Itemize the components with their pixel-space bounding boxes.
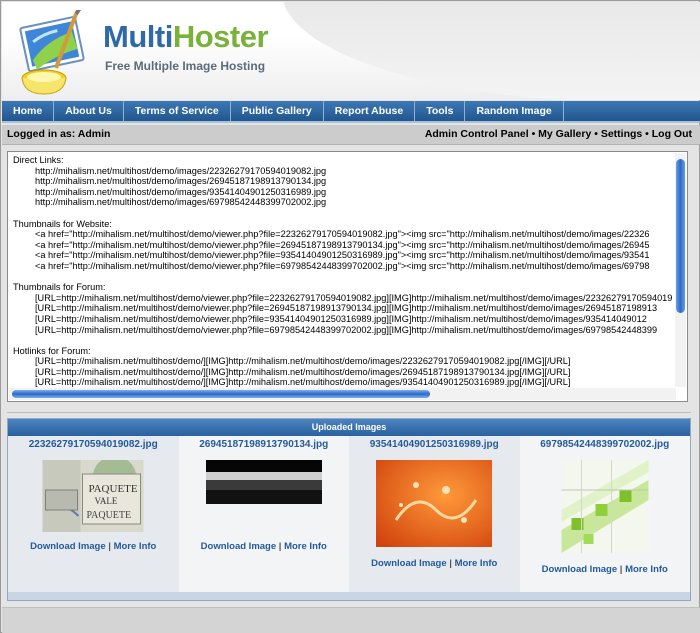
code-line: http://mihalism.net/multihost/demo/image…: [35, 165, 327, 176]
uploaded-image-card: 69798542448399702002.jpg Download Image …: [519, 436, 691, 594]
more-info-link[interactable]: More Info: [625, 564, 668, 575]
code-section-heading: Thumbnails for Website:: [13, 218, 112, 229]
my-gallery-link[interactable]: My Gallery: [538, 128, 591, 140]
action-separator: |: [619, 564, 623, 575]
logo-icon: [19, 10, 85, 95]
vertical-scroll-thumb[interactable]: [676, 159, 685, 313]
download-image-link[interactable]: Download Image: [542, 564, 617, 575]
image-actions: Download Image | More Info: [179, 541, 350, 552]
more-info-link[interactable]: More Info: [455, 558, 498, 569]
horizontal-scroll-thumb[interactable]: [12, 390, 430, 398]
svg-text:VALE: VALE: [95, 496, 118, 506]
code-line: [URL=http://mihalism.net/multihost/demo/…: [35, 377, 571, 388]
download-image-link[interactable]: Download Image: [30, 541, 105, 552]
nav-terms-of-service[interactable]: Terms of Service: [124, 101, 231, 121]
image-actions: Download Image | More Info: [8, 541, 179, 552]
svg-text:PAQUETE: PAQUETE: [89, 483, 138, 495]
code-line: [URL=http://mihalism.net/multihost/demo/…: [35, 324, 658, 335]
code-line: [URL=http://mihalism.net/multihost/demo/…: [35, 303, 658, 314]
image-actions: Download Image | More Info: [349, 558, 520, 569]
code-line: <a href="http://mihalism.net/multihost/d…: [35, 229, 650, 240]
link-separator: •: [591, 128, 601, 140]
nav-about-us[interactable]: About Us: [54, 101, 124, 121]
brand-multi: Multi: [103, 19, 173, 54]
code-line: [URL=http://mihalism.net/multihost/demo/…: [35, 356, 571, 367]
nav-home[interactable]: Home: [2, 101, 55, 121]
download-image-link[interactable]: Download Image: [371, 558, 446, 569]
code-line: <a href="http://mihalism.net/multihost/d…: [35, 250, 650, 261]
code-line: [URL=http://mihalism.net/multihost/demo/…: [35, 292, 673, 303]
image-filename-link[interactable]: 93541404901250316989.jpg: [349, 439, 520, 450]
horizontal-scrollbar[interactable]: [9, 388, 676, 400]
image-filename-link[interactable]: 69798542448399702002.jpg: [520, 439, 691, 450]
action-separator: |: [449, 558, 452, 569]
uploaded-image-card: 93541404901250316989.jpg Download Image …: [349, 436, 520, 594]
image-filename-link[interactable]: 26945187198913790134.jpg: [179, 439, 350, 450]
uploaded-image-card: 22326279170594019082.jpg PAQUETE VALE PA…: [8, 436, 179, 594]
page: MultiHoster Free Multiple Image Hosting …: [0, 0, 700, 633]
nav-public-gallery[interactable]: Public Gallery: [231, 101, 324, 121]
link-codes-content: Direct Links: http://mihalism.net/multiho…: [13, 155, 677, 388]
image-thumbnail-stamps[interactable]: PAQUETE VALE PAQUETE: [42, 460, 144, 532]
code-section: Thumbnails for Forum: [URL=http://mihalis…: [13, 282, 677, 335]
action-separator: |: [278, 541, 282, 552]
more-info-link[interactable]: More Info: [284, 541, 327, 552]
vertical-scrollbar[interactable]: [675, 153, 686, 387]
user-links: Admin Control Panel • My Gallery • Setti…: [425, 125, 692, 144]
image-actions: Download Image | More Info: [520, 564, 691, 575]
site-header: MultiHoster Free Multiple Image Hosting: [2, 2, 700, 100]
uploaded-images-grid: 22326279170594019082.jpg PAQUETE VALE PA…: [8, 436, 690, 594]
nav-random-image[interactable]: Random Image: [465, 101, 564, 121]
code-line: http://mihalism.net/multihost/demo/image…: [35, 197, 327, 208]
code-line: [URL=http://mihalism.net/multihost/demo/…: [35, 366, 571, 377]
main-nav: Home About Us Terms of Service Public Ga…: [2, 101, 700, 123]
code-line: [URL=http://mihalism.net/multihost/demo/…: [35, 313, 647, 324]
footer-bar: [2, 607, 700, 633]
uploaded-images-title: Uploaded Images: [8, 419, 690, 436]
settings-link[interactable]: Settings: [601, 128, 642, 140]
nav-tools[interactable]: Tools: [415, 101, 466, 121]
code-line: http://mihalism.net/multihost/demo/image…: [35, 186, 327, 197]
image-thumbnail-orange-splash[interactable]: [376, 460, 493, 547]
divider: [7, 412, 691, 413]
action-separator: |: [108, 541, 111, 552]
code-section-heading: Hotlinks for Forum:: [13, 345, 91, 356]
code-line: <a href="http://mihalism.net/multihost/d…: [35, 260, 650, 271]
code-line: <a href="http://mihalism.net/multihost/d…: [35, 239, 650, 250]
code-section-heading: Thumbnails for Forum:: [13, 282, 106, 293]
user-bar: Logged in as: Admin Admin Control Panel …: [2, 125, 700, 145]
code-section: Hotlinks for Forum: [URL=http://mihalism.…: [13, 346, 677, 388]
uploaded-panel-footer: [8, 592, 690, 600]
code-section-heading: Direct Links:: [13, 155, 64, 165]
header-swoosh: [282, 2, 700, 100]
site-brand[interactable]: MultiHoster: [103, 19, 269, 54]
uploaded-image-card: 26945187198913790134.jpg Download Image …: [178, 436, 350, 594]
code-section: Direct Links: http://mihalism.net/multiho…: [13, 155, 677, 208]
site-tagline: Free Multiple Image Hosting: [105, 59, 266, 73]
image-filename-link[interactable]: 22326279170594019082.jpg: [8, 439, 179, 450]
link-codes-textarea[interactable]: Direct Links: http://mihalism.net/multiho…: [7, 151, 688, 402]
svg-text:PAQUETE: PAQUETE: [87, 510, 132, 521]
link-separator: •: [528, 128, 539, 140]
link-separator: •: [642, 128, 652, 140]
more-info-link[interactable]: More Info: [114, 541, 157, 552]
logged-in-label: Logged in as: Admin: [7, 128, 111, 140]
nav-report-abuse[interactable]: Report Abuse: [324, 101, 416, 121]
admin-control-panel-link[interactable]: Admin Control Panel: [425, 128, 529, 140]
code-section: Thumbnails for Website: <a href="http://m…: [13, 219, 677, 272]
log-out-link[interactable]: Log Out: [652, 128, 692, 140]
code-line: http://mihalism.net/multihost/demo/image…: [35, 176, 327, 187]
image-thumbnail-green-glass[interactable]: [561, 460, 649, 553]
image-thumbnail-dark-horizon[interactable]: [205, 460, 322, 504]
brand-hoster: Hoster: [172, 19, 269, 54]
download-image-link[interactable]: Download Image: [201, 541, 276, 552]
uploaded-images-panel: Uploaded Images 22326279170594019082.jpg…: [7, 418, 691, 601]
